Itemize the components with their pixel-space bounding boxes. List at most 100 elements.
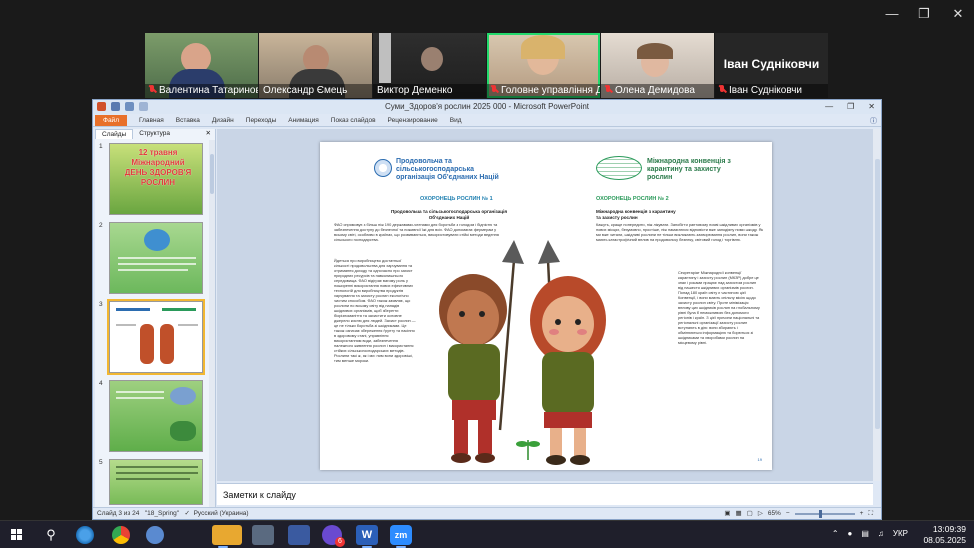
right-heading: ОХОРОНЕЦЬ РОСЛИН № 2: [596, 196, 669, 202]
redo-icon[interactable]: [139, 102, 148, 111]
network-icon[interactable]: ▤: [861, 529, 869, 538]
normal-view-icon[interactable]: ▣: [724, 508, 730, 519]
participant-tile[interactable]: Виктор Деменко: [373, 33, 486, 98]
zoom-icon[interactable]: zm: [390, 525, 412, 548]
help-icon[interactable]: ⓘ: [870, 116, 877, 126]
word-icon[interactable]: W: [356, 525, 378, 548]
zoom-meeting-window: — ❐ ✕ Валентина Татаринова Олександр Єме…: [0, 0, 974, 520]
undo-icon[interactable]: [125, 102, 134, 111]
thumbnail-scrollbar[interactable]: [209, 140, 215, 507]
sorter-view-icon[interactable]: ▦: [736, 508, 742, 519]
current-slide[interactable]: Продовольча та сільськогосподарська орга…: [320, 142, 772, 470]
restore-icon[interactable]: ❐: [847, 100, 854, 114]
clock-date: 08.05.2025: [923, 535, 966, 545]
start-icon[interactable]: [6, 525, 28, 545]
spellcheck-icon[interactable]: ✓: [185, 510, 190, 517]
close-icon[interactable]: ✕: [868, 100, 875, 114]
children-illustration: [439, 240, 606, 465]
tab-review[interactable]: Рецензирование: [382, 117, 444, 124]
muted-mic-icon: [491, 85, 498, 94]
status-bar: Слайд 3 из 24 "18_Spring" ✓ Русский (Укр…: [93, 507, 881, 519]
right-subheading: Міжнародна конвенція з карантину та захи…: [596, 209, 676, 220]
tab-transitions[interactable]: Переходы: [240, 117, 283, 124]
right-paragraph-2: Секретаріат Міжнародної конвенції карант…: [678, 270, 760, 345]
powerpoint-icon[interactable]: [97, 102, 106, 111]
participant-tile[interactable]: Олена Демидова: [601, 33, 714, 98]
tab-animation[interactable]: Анимация: [282, 117, 325, 124]
window-title: Суми_Здоров'я рослин 2025 000 - Microsof…: [384, 102, 590, 111]
zoom-in-icon[interactable]: +: [860, 508, 864, 519]
fao-logo-icon: [374, 159, 392, 177]
participant-tile[interactable]: Валентина Татаринова: [145, 33, 258, 98]
left-paragraph-1: ФАО спрямовує з більш ніж 190 державами-…: [334, 222, 499, 242]
clock[interactable]: 13:09:39 08.05.2025: [923, 524, 966, 546]
notes-pane[interactable]: Заметки к слайду: [217, 483, 873, 505]
powerpoint-window: Суми_Здоров'я рослин 2025 000 - Microsof…: [92, 99, 882, 520]
theme-name: "18_Spring": [144, 510, 180, 517]
participant-name: Виктор Деменко: [377, 85, 453, 96]
participant-name: Головне управління Де...: [501, 85, 600, 96]
chrome-icon[interactable]: [112, 526, 130, 544]
participant-tile[interactable]: Олександр Ємець: [259, 33, 372, 98]
tab-slides[interactable]: Слайды: [95, 129, 134, 139]
ippc-name: Міжнародна конвенція з карантину та захи…: [647, 158, 731, 181]
muted-mic-icon: [149, 85, 156, 94]
participant-tile-active-speaker[interactable]: Головне управління Де...: [487, 33, 600, 98]
reading-view-icon[interactable]: ▢: [747, 508, 753, 519]
zoom-slider[interactable]: [794, 509, 855, 518]
minimize-icon[interactable]: —: [825, 100, 833, 114]
thumbnail-title: 12 травня Міжнародний ДЕНЬ ЗДОРОВ'Я РОСЛ…: [124, 148, 192, 187]
slide-counter: Слайд 3 из 24: [97, 510, 140, 517]
viber-icon[interactable]: 6: [322, 525, 345, 547]
windows-taskbar: ⚲ 6 W zm ⌃ ● ▤ ♫ УКР 13:09:39 08.05.2025: [0, 520, 974, 548]
title-bar: Суми_Здоров'я рослин 2025 000 - Microsof…: [93, 100, 881, 114]
close-icon[interactable]: ✕: [947, 6, 969, 22]
zoom-level[interactable]: 65%: [768, 508, 781, 519]
minimize-icon[interactable]: —: [881, 6, 903, 21]
participant-name: Олександр Ємець: [263, 85, 348, 96]
microphone-icon[interactable]: ●: [848, 529, 853, 538]
tab-insert[interactable]: Вставка: [170, 117, 206, 124]
tab-file[interactable]: Файл: [95, 114, 127, 126]
tab-outline[interactable]: Структура: [133, 129, 176, 139]
app-icon[interactable]: [146, 526, 164, 544]
participant-name: Валентина Татаринова: [159, 85, 258, 96]
right-paragraph-1: Кажуть, краще попередити, ніж лікувати. …: [596, 222, 764, 242]
ippc-logo-icon: [596, 156, 642, 180]
fit-slide-icon[interactable]: ⛶: [868, 508, 873, 519]
notes-placeholder: Заметки к слайду: [223, 490, 296, 500]
slide-number: 5: [99, 459, 103, 466]
language-indicator[interactable]: Русский (Украина): [194, 510, 249, 517]
tab-view[interactable]: Вид: [444, 117, 468, 124]
tab-home[interactable]: Главная: [133, 117, 170, 124]
slide-number: 2: [99, 222, 103, 229]
edge-icon[interactable]: [76, 526, 94, 544]
muted-mic-icon: [605, 85, 612, 94]
file-explorer-icon[interactable]: [212, 525, 242, 548]
participant-strip: Валентина Татаринова Олександр Ємець Вик…: [145, 33, 829, 98]
slides-panel: Слайды Структура ✕ 1 12 травня Міжнародн…: [95, 129, 216, 507]
volume-icon[interactable]: ♫: [878, 529, 884, 538]
close-panel-icon[interactable]: ✕: [200, 129, 215, 139]
tab-design[interactable]: Дизайн: [206, 117, 240, 124]
restore-icon[interactable]: ❐: [913, 6, 935, 22]
fao-name: Продовольча та сільськогосподарська орга…: [396, 158, 499, 181]
language-indicator[interactable]: УКР: [893, 529, 908, 538]
left-paragraph-2: Йдеться про виробництво достатньої кільк…: [334, 258, 416, 363]
system-tray: ⌃ ● ▤ ♫ УКР: [832, 529, 908, 538]
slideshow-icon[interactable]: ▷: [758, 508, 763, 519]
app-window-icon[interactable]: [252, 525, 274, 545]
search-icon[interactable]: ⚲: [40, 525, 62, 545]
ribbon-tabs: Файл Главная Вставка Дизайн Переходы Ани…: [93, 114, 881, 127]
chevron-up-icon[interactable]: ⌃: [832, 529, 839, 538]
zoom-out-icon[interactable]: −: [786, 508, 790, 519]
left-heading: ОХОРОНЕЦЬ РОСЛИН № 1: [420, 196, 493, 202]
tab-slideshow[interactable]: Показ слайдов: [325, 117, 382, 124]
slide-number: 4: [99, 380, 103, 387]
slide-scrollbar[interactable]: [872, 129, 881, 481]
clock-time: 13:09:39: [932, 524, 966, 534]
left-subheading: Продовольча та сільськогосподарська орга…: [390, 209, 508, 220]
save-icon[interactable]: [111, 102, 120, 111]
participant-tile[interactable]: Іван Судніковчи Іван Судніковчи: [715, 33, 828, 98]
app-icon[interactable]: [288, 525, 310, 545]
